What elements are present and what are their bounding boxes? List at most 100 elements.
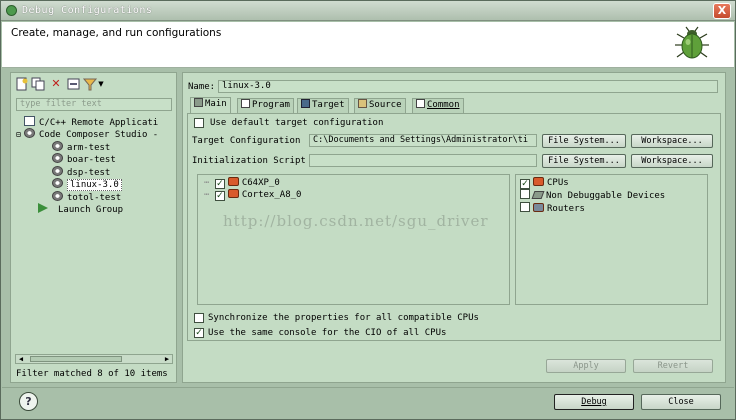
tab-label: Common: [427, 100, 460, 110]
source-tab-icon: [358, 99, 367, 108]
window-title: Debug Configurations: [22, 5, 153, 16]
same-console-checkbox[interactable]: ✓: [194, 328, 204, 338]
ccs-config-icon: [52, 166, 63, 176]
tab-main[interactable]: Main: [190, 97, 231, 114]
close-button[interactable]: Close: [641, 394, 721, 410]
target-tab-icon: [301, 99, 310, 108]
tree-item-label: Code Composer Studio -: [39, 130, 159, 140]
ccs-icon: [24, 128, 35, 138]
configuration-list-panel: ✕ ▼ type filter text C/C++ Remote Applic…: [10, 72, 177, 383]
device-filter-list[interactable]: ✓ CPUs Non Debuggable Devices Routers: [515, 174, 708, 305]
apply-button[interactable]: Apply: [546, 359, 626, 373]
bug-icon: [675, 26, 709, 59]
help-button[interactable]: ?: [19, 392, 38, 411]
tab-label: Program: [252, 100, 290, 110]
collapse-toggle-icon[interactable]: ⊟: [16, 129, 24, 141]
title-bar[interactable]: Debug Configurations X: [1, 1, 735, 21]
c-app-icon: [24, 116, 35, 126]
filter-input[interactable]: type filter text: [16, 98, 172, 111]
menu-dropdown-icon[interactable]: ▼: [97, 77, 105, 91]
cpu-checkbox[interactable]: ✓: [214, 179, 225, 189]
target-file-system-button[interactable]: File System...: [542, 134, 626, 148]
tree-item-boar-test[interactable]: boar-test: [52, 153, 116, 165]
target-config-label: Target Configuration: [192, 136, 301, 146]
debug-button-label: Debug: [581, 397, 607, 407]
tree-item-dsp-test[interactable]: dsp-test: [52, 166, 110, 178]
new-config-icon[interactable]: [15, 77, 29, 91]
tree-item-totol-test[interactable]: totol-test: [52, 191, 121, 203]
sync-properties-checkbox[interactable]: [194, 313, 204, 323]
launch-group-icon: [38, 203, 48, 213]
filter-checkbox[interactable]: ✓: [520, 179, 530, 189]
scrollbar-thumb[interactable]: [30, 356, 122, 362]
filter-item-non-debuggable[interactable]: Non Debuggable Devices: [520, 189, 665, 201]
delete-icon[interactable]: ✕: [49, 77, 63, 91]
tab-program[interactable]: Program: [237, 98, 294, 113]
footer-separator: [2, 387, 734, 388]
filter-label: CPUs: [547, 178, 569, 188]
debug-configurations-dialog: Debug Configurations X Create, manage, a…: [0, 0, 736, 420]
init-script-field[interactable]: [309, 154, 537, 167]
target-workspace-button[interactable]: Workspace...: [631, 134, 713, 148]
tree-horizontal-scrollbar[interactable]: ◀ ▶: [15, 354, 173, 364]
revert-button[interactable]: Revert: [633, 359, 713, 373]
main-tab-icon: [194, 98, 203, 107]
tree-item-c-remote-app[interactable]: C/C++ Remote Applicati: [16, 116, 158, 128]
tab-label: Target: [312, 100, 345, 110]
use-default-checkbox[interactable]: [194, 118, 204, 128]
filter-label: Routers: [547, 204, 585, 214]
tab-label: Main: [205, 99, 227, 109]
tab-label: Source: [369, 100, 402, 110]
tree-item-label: C/C++ Remote Applicati: [39, 118, 159, 128]
ccs-config-icon: [52, 178, 63, 188]
scroll-left-icon[interactable]: ◀: [16, 355, 26, 363]
collapse-all-icon[interactable]: [67, 77, 81, 91]
filter-icon[interactable]: [82, 77, 98, 91]
init-script-label: Initialization Script: [192, 156, 306, 166]
tree-item-linux-3-0[interactable]: linux-3.0: [52, 178, 122, 191]
ccs-config-icon: [52, 191, 63, 201]
target-config-field[interactable]: C:\Documents and Settings\Administrator\…: [309, 134, 537, 147]
tree-item-arm-test[interactable]: arm-test: [52, 141, 110, 153]
cpu-list[interactable]: ⋯ ✓ C64XP_0 ⋯ ✓ Cortex_A8_0: [197, 174, 510, 305]
filter-checkbox[interactable]: [520, 202, 530, 212]
router-icon: [533, 203, 544, 212]
cpu-chip-icon: [533, 177, 544, 186]
tree-item-label: boar-test: [67, 155, 116, 165]
cpu-item-c64xp[interactable]: ⋯ ✓ C64XP_0: [204, 177, 280, 189]
name-label: Name:: [188, 82, 216, 92]
ccs-config-icon: [52, 141, 63, 151]
scroll-right-icon[interactable]: ▶: [162, 355, 172, 363]
init-file-system-button[interactable]: File System...: [542, 154, 626, 168]
tab-source[interactable]: Source: [354, 98, 406, 113]
cpu-label: C64XP_0: [241, 178, 280, 188]
close-window-button[interactable]: X: [713, 3, 731, 19]
dialog-heading: Create, manage, and run configurations: [11, 27, 222, 39]
tab-common[interactable]: Common: [412, 98, 464, 113]
same-console-label: Use the same console for the CIO of all …: [208, 328, 447, 338]
tree-item-label: Launch Group: [58, 205, 124, 215]
dialog-banner: Create, manage, and run configurations: [2, 22, 734, 68]
cpu-checkbox[interactable]: ✓: [214, 191, 225, 201]
watermark-text: http://blog.csdn.net/sgu_driver: [223, 212, 489, 230]
config-toolbar: ✕ ▼: [11, 73, 176, 95]
tree-item-launch-group[interactable]: Launch Group: [38, 203, 123, 215]
debug-icon: [6, 5, 17, 16]
program-tab-icon: [241, 99, 250, 108]
device-icon: [531, 191, 545, 199]
tree-item-label: linux-3.0: [67, 179, 122, 191]
use-default-label: Use default target configuration: [210, 118, 384, 128]
tree-item-label: dsp-test: [67, 168, 111, 178]
name-input[interactable]: linux-3.0: [218, 80, 718, 93]
common-tab-icon: [416, 99, 425, 108]
sync-properties-label: Synchronize the properties for all compa…: [208, 313, 479, 323]
duplicate-icon[interactable]: [31, 77, 45, 91]
filter-item-routers[interactable]: Routers: [520, 202, 585, 214]
init-workspace-button[interactable]: Workspace...: [631, 154, 713, 168]
debug-button[interactable]: Debug: [554, 394, 634, 410]
cpu-item-cortex-a8[interactable]: ⋯ ✓ Cortex_A8_0: [204, 189, 301, 201]
filter-item-cpus[interactable]: ✓ CPUs: [520, 177, 569, 189]
tab-target[interactable]: Target: [297, 98, 349, 113]
tree-item-code-composer-studio[interactable]: ⊟ Code Composer Studio -: [16, 128, 158, 140]
filter-checkbox[interactable]: [520, 189, 530, 199]
